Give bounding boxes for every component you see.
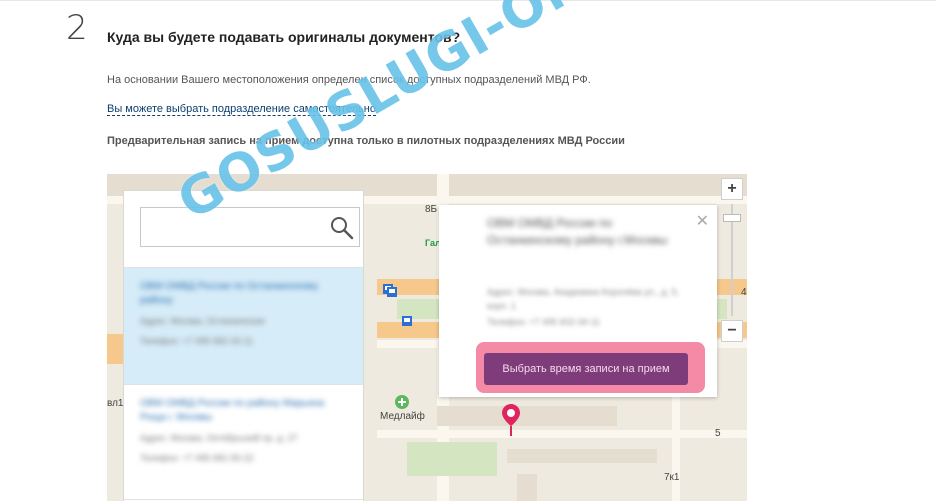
map-main-road <box>107 334 123 364</box>
popup-address: Адрес: Москва, Академика Королёва ул., д… <box>487 287 680 311</box>
result-address: Адрес: Москва, Октябрьский пр. д. 27 <box>140 433 298 443</box>
result-address: Адрес: Москва, Останкинская <box>140 316 265 326</box>
map-label: 7к1 <box>664 472 680 483</box>
popup-title: ОВМ ОМВД России по Останкинскому району … <box>487 216 668 247</box>
zoom-in-button[interactable]: + <box>721 178 743 200</box>
department-popup: ✕ ОВМ ОМВД России по Останкинскому район… <box>439 205 717 397</box>
book-appointment-button[interactable]: Выбрать время записи на прием <box>484 353 688 385</box>
book-button-highlight: Выбрать время записи на прием <box>476 342 705 393</box>
result-name: ОВМ ОМВД России по Останкинскому району <box>140 281 319 306</box>
bus-stop-icon[interactable] <box>387 287 397 297</box>
result-phone: Телефон: +7 495 682-33-11 <box>140 336 253 346</box>
map-marker-icon[interactable] <box>502 404 520 436</box>
map-building <box>437 406 617 426</box>
step-number: 2 <box>66 8 88 48</box>
map-label: 5 <box>715 428 721 439</box>
search-input[interactable] <box>140 207 360 247</box>
department-result-item[interactable]: ОВМ ОМВД России по району Марьина Роща г… <box>124 384 363 499</box>
result-name: ОВМ ОМВД России по району Марьина Роща г… <box>140 398 325 423</box>
zoom-slider-handle[interactable] <box>723 214 741 222</box>
close-icon[interactable]: ✕ <box>696 211 709 231</box>
department-result-item[interactable]: ОВМ ОМВД России по Останкинскому району … <box>124 267 363 384</box>
search-icon[interactable] <box>329 215 355 241</box>
department-list-panel: ОВМ ОМВД России по Останкинскому району … <box>123 190 364 501</box>
map-building <box>517 474 537 501</box>
top-divider <box>0 0 936 1</box>
map-label-pharmacy: Медлайф <box>380 411 425 422</box>
bus-stop-icon[interactable] <box>402 316 412 326</box>
pharmacy-icon[interactable] <box>395 395 409 409</box>
popup-phone: Телефон: +7 495 602-34-11 <box>487 317 600 327</box>
map-green-area <box>407 442 497 476</box>
map-building <box>507 449 657 463</box>
zoom-out-button[interactable]: − <box>721 320 743 342</box>
map-label: 8Б <box>425 204 438 215</box>
map-label: 4 <box>741 287 747 298</box>
map-road <box>377 430 747 438</box>
result-phone: Телефон: +7 495 681-55-22 <box>140 453 254 463</box>
pilot-notice: Предварительная запись на прием доступна… <box>107 135 625 147</box>
map-label: вл1 <box>107 398 124 409</box>
